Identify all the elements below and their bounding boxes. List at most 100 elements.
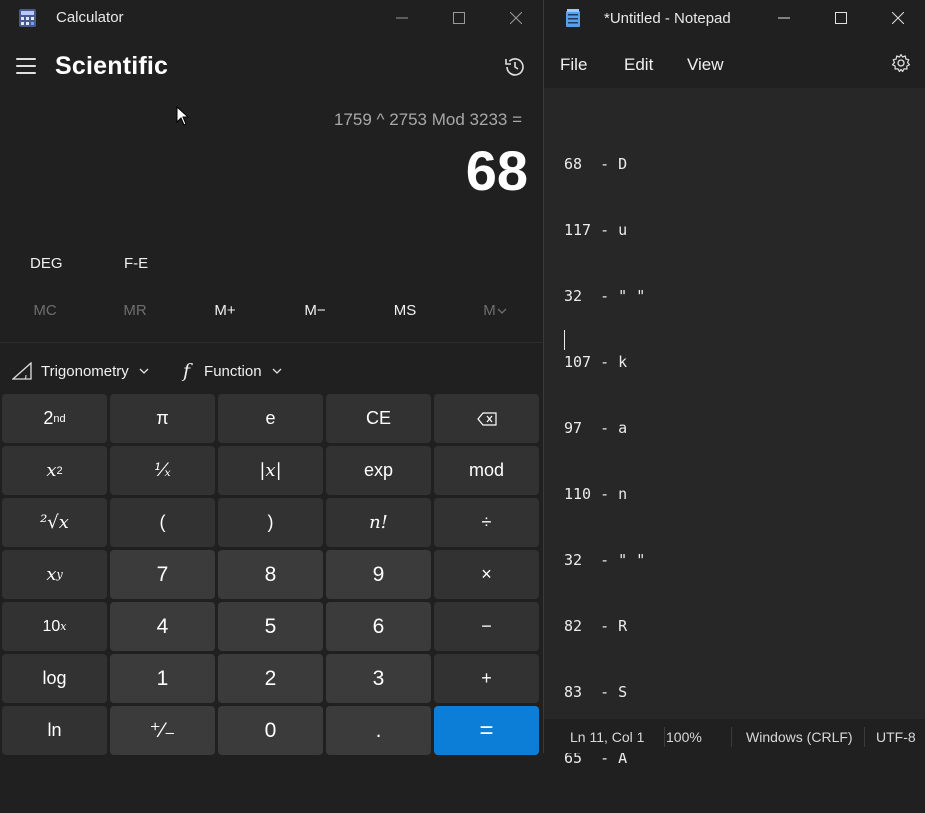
minimize-icon xyxy=(396,17,408,19)
editor-line: 110 - n xyxy=(564,485,628,503)
menu-file[interactable]: File xyxy=(560,55,587,75)
text-editor-area[interactable]: 68 - D 117 - u 32 - " " 107 - k 97 - a 1… xyxy=(544,88,925,767)
square-root-button[interactable]: ²√x xyxy=(2,498,107,547)
text-caret xyxy=(564,330,565,350)
status-cursor-position: Ln 11, Col 1 xyxy=(570,729,645,745)
equals-button[interactable]: = xyxy=(434,706,539,755)
decimal-button[interactable]: . xyxy=(326,706,431,755)
negate-button[interactable]: ⁺∕₋ xyxy=(110,706,215,755)
navigation-menu-button[interactable] xyxy=(16,58,36,74)
digit-0-button[interactable]: 0 xyxy=(218,706,323,755)
maximize-icon xyxy=(835,12,847,24)
factorial-button[interactable]: n! xyxy=(326,498,431,547)
divide-button[interactable]: ÷ xyxy=(434,498,539,547)
notepad-title: *Untitled - Notepad xyxy=(604,10,731,27)
backspace-button[interactable] xyxy=(434,394,539,443)
editor-line: 82 - R xyxy=(564,617,628,635)
close-button[interactable] xyxy=(870,0,925,36)
digit-3-button[interactable]: 3 xyxy=(326,654,431,703)
status-separator xyxy=(664,727,665,747)
memory-add-button[interactable]: M+ xyxy=(180,302,270,319)
ln-button[interactable]: ln xyxy=(2,706,107,755)
digit-2-button[interactable]: 2 xyxy=(218,654,323,703)
second-function-button[interactable]: 2nd xyxy=(2,394,107,443)
function-icon: f xyxy=(183,360,191,382)
memory-list-button[interactable]: M xyxy=(450,302,540,319)
digit-7-button[interactable]: 7 xyxy=(110,550,215,599)
editor-text: 68 - D 117 - u 32 - " " 107 - k 97 - a 1… xyxy=(564,109,645,813)
menu-view[interactable]: View xyxy=(687,55,724,75)
mod-button[interactable]: mod xyxy=(434,446,539,495)
status-encoding: UTF-8 xyxy=(876,729,916,745)
status-separator xyxy=(731,727,732,747)
editor-line: 97 - a xyxy=(564,419,628,437)
power-button[interactable]: xy xyxy=(2,550,107,599)
euler-button[interactable]: e xyxy=(218,394,323,443)
square-button[interactable]: x2 xyxy=(2,446,107,495)
clear-entry-button[interactable]: CE xyxy=(326,394,431,443)
notepad-menubar: File Edit View xyxy=(544,36,925,88)
ten-power-button[interactable]: 10 x xyxy=(2,602,107,651)
expression-display: 1759 ^ 2753 Mod 3233 = xyxy=(333,110,522,129)
memory-recall-button[interactable]: MR xyxy=(90,302,180,319)
calculator-window: Calculator Scientific 1759 ^ 2753 Mod 32… xyxy=(0,0,542,755)
calculator-mode-title: Scientific xyxy=(55,52,169,80)
digit-8-button[interactable]: 8 xyxy=(218,550,323,599)
editor-line: 117 - u xyxy=(564,221,628,239)
calculator-app-icon xyxy=(19,9,36,27)
triangle-ruler-icon xyxy=(12,362,32,380)
memory-store-button[interactable]: MS xyxy=(360,302,450,319)
plus-button[interactable]: + xyxy=(434,654,539,703)
hamburger-icon xyxy=(16,58,36,60)
calculator-title: Calculator xyxy=(56,9,124,26)
digit-6-button[interactable]: 6 xyxy=(326,602,431,651)
digit-5-button[interactable]: 5 xyxy=(218,602,323,651)
maximize-button[interactable] xyxy=(813,0,869,36)
multiply-button[interactable]: × xyxy=(434,550,539,599)
digit-9-button[interactable]: 9 xyxy=(326,550,431,599)
notation-button[interactable]: F-E xyxy=(124,255,148,272)
backspace-icon xyxy=(476,411,497,426)
notepad-window: *Untitled - Notepad File Edit View 68 - … xyxy=(543,0,925,767)
trigonometry-label: Trigonometry xyxy=(41,362,129,380)
left-paren-button[interactable]: ( xyxy=(110,498,215,547)
minus-button[interactable]: − xyxy=(434,602,539,651)
absolute-value-button[interactable]: |x| xyxy=(218,446,323,495)
trigonometry-dropdown[interactable]: Trigonometry xyxy=(12,358,149,384)
chevron-down-icon xyxy=(272,368,282,374)
log-button[interactable]: log xyxy=(2,654,107,703)
function-dropdown[interactable]: f Function xyxy=(183,358,282,384)
status-bar: Ln 11, Col 1 100% Windows (CRLF) UTF-8 xyxy=(544,719,925,753)
function-label: Function xyxy=(204,362,262,380)
editor-line: 32 - " " xyxy=(564,551,646,569)
status-zoom: 100% xyxy=(666,729,702,745)
editor-line: 68 - D xyxy=(564,155,628,173)
minimize-icon xyxy=(778,17,790,19)
status-separator xyxy=(864,727,865,747)
editor-line: 107 - k xyxy=(564,353,628,371)
memory-subtract-button[interactable]: M− xyxy=(270,302,360,319)
right-paren-button[interactable]: ) xyxy=(218,498,323,547)
notepad-titlebar: *Untitled - Notepad xyxy=(544,0,925,36)
maximize-button[interactable] xyxy=(431,0,487,36)
minimize-button[interactable] xyxy=(374,0,430,36)
exp-button[interactable]: exp xyxy=(326,446,431,495)
keypad: 2nd π e CE x2 ¹⁄ₓ |x| exp mod ²√x ( ) n!… xyxy=(2,394,541,755)
digit-4-button[interactable]: 4 xyxy=(110,602,215,651)
close-button[interactable] xyxy=(488,0,544,36)
result-display: 68 xyxy=(465,139,528,202)
history-icon[interactable] xyxy=(503,55,527,79)
digit-1-button[interactable]: 1 xyxy=(110,654,215,703)
gear-icon[interactable] xyxy=(891,53,911,73)
mouse-pointer-icon xyxy=(176,106,190,126)
minimize-button[interactable] xyxy=(756,0,812,36)
memory-clear-button[interactable]: MC xyxy=(0,302,90,319)
status-line-ending: Windows (CRLF) xyxy=(746,729,853,745)
pi-button[interactable]: π xyxy=(110,394,215,443)
menu-edit[interactable]: Edit xyxy=(624,55,653,75)
divider xyxy=(0,342,542,343)
reciprocal-button[interactable]: ¹⁄ₓ xyxy=(110,446,215,495)
editor-line: 83 - S xyxy=(564,683,628,701)
calculator-titlebar: Calculator xyxy=(0,0,542,36)
angle-unit-button[interactable]: DEG xyxy=(30,255,63,272)
